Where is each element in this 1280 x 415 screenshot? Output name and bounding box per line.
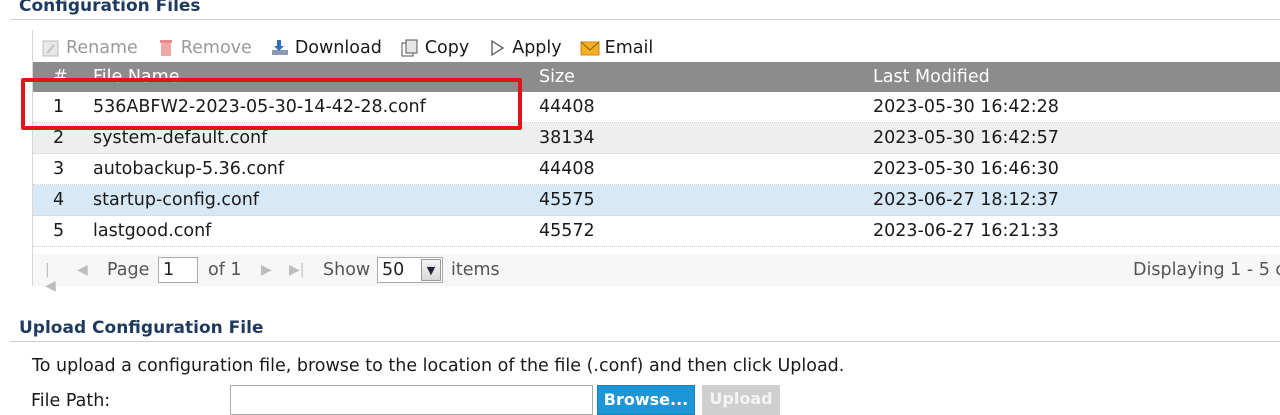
apply-button[interactable]: Apply xyxy=(487,38,562,58)
page-label: Page xyxy=(107,260,150,280)
row-number: 2 xyxy=(53,128,65,148)
copy-button[interactable]: Copy xyxy=(400,38,469,58)
table-row[interactable]: 5 lastgood.conf 45572 2023-06-27 16:21:3… xyxy=(33,216,1280,247)
download-button[interactable]: Download xyxy=(270,38,382,58)
copy-label: Copy xyxy=(424,38,470,58)
divider xyxy=(10,19,1280,20)
config-files-panel: Rename Remove Download Copy Apply Email … xyxy=(32,30,1280,294)
row-size: 45572 xyxy=(539,221,595,241)
displaying-count: Displaying 1 - 5 of xyxy=(1133,260,1280,280)
row-last-modified: 2023-05-30 16:42:57 xyxy=(873,128,1059,148)
download-label: Download xyxy=(294,38,382,58)
row-size: 45575 xyxy=(539,190,595,210)
row-last-modified: 2023-06-27 18:12:37 xyxy=(873,190,1059,210)
remove-button[interactable]: Remove xyxy=(156,38,252,58)
chevron-down-icon[interactable]: ▼ xyxy=(421,259,441,281)
upload-button[interactable]: Upload xyxy=(702,385,780,415)
rename-icon xyxy=(41,38,61,58)
envelope-icon xyxy=(580,38,600,58)
items-label: items xyxy=(451,260,500,280)
email-button[interactable]: Email xyxy=(580,38,654,58)
download-icon xyxy=(270,38,290,58)
page-count-label: of 1 xyxy=(208,260,242,280)
rename-label: Rename xyxy=(66,38,138,58)
divider xyxy=(10,341,1280,342)
page-size-select[interactable]: 50 ▼ xyxy=(377,257,443,283)
pagination-bar: |◀ ◀ Page of 1 ▶ ▶| Show 50 ▼ items Disp… xyxy=(33,254,1280,294)
play-icon xyxy=(487,38,507,58)
row-last-modified: 2023-05-30 16:42:28 xyxy=(873,97,1059,117)
row-last-modified: 2023-05-30 16:46:30 xyxy=(873,159,1059,179)
file-path-input[interactable] xyxy=(230,385,593,415)
page-size-value: 50 xyxy=(382,260,405,280)
row-number: 4 xyxy=(53,190,65,210)
row-number: 3 xyxy=(53,159,65,179)
email-label: Email xyxy=(604,38,654,58)
show-label: Show xyxy=(323,260,371,280)
row-file-name: system-default.conf xyxy=(93,128,268,148)
previous-page-icon[interactable]: ◀ xyxy=(77,262,91,278)
next-page-icon[interactable]: ▶ xyxy=(261,262,275,278)
browse-button[interactable]: Browse... xyxy=(597,385,695,415)
row-size: 44408 xyxy=(539,159,595,179)
table-row-selected[interactable]: 4 startup-config.conf 45575 2023-06-27 1… xyxy=(33,185,1280,216)
column-header-size[interactable]: Size xyxy=(539,67,575,87)
row-file-name: startup-config.conf xyxy=(93,190,259,210)
row-file-name: lastgood.conf xyxy=(93,221,212,241)
remove-label: Remove xyxy=(180,38,252,58)
row-file-name: autobackup-5.36.conf xyxy=(93,159,285,179)
last-page-icon[interactable]: ▶| xyxy=(289,262,304,278)
table-row[interactable]: 3 autobackup-5.36.conf 44408 2023-05-30 … xyxy=(33,154,1280,185)
row-size: 44408 xyxy=(539,97,595,117)
file-path-label: File Path: xyxy=(31,391,111,411)
row-size: 38134 xyxy=(539,128,595,148)
trash-icon xyxy=(156,38,176,58)
section-title-upload-configuration-file: Upload Configuration File xyxy=(19,318,264,338)
row-number: 5 xyxy=(53,221,65,241)
section-title-configuration-files: Configuration Files xyxy=(19,0,201,16)
highlight-annotation xyxy=(21,78,522,130)
apply-label: Apply xyxy=(512,38,562,58)
column-header-last-modified[interactable]: Last Modified xyxy=(873,67,990,87)
toolbar: Rename Remove Download Copy Apply Email xyxy=(41,35,671,61)
page-number-input[interactable] xyxy=(158,257,198,283)
upload-description: To upload a configuration file, browse t… xyxy=(32,356,845,376)
copy-icon xyxy=(400,38,420,58)
rename-button[interactable]: Rename xyxy=(41,38,138,58)
row-last-modified: 2023-06-27 16:21:33 xyxy=(873,221,1059,241)
first-page-icon[interactable]: |◀ xyxy=(45,262,59,294)
